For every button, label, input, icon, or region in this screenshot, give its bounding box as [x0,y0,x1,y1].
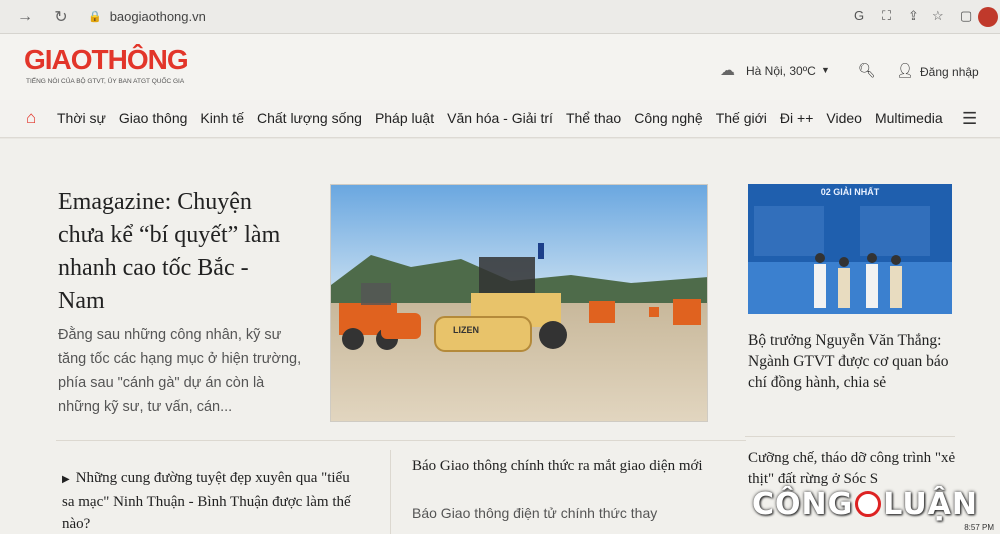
bookmark-star-icon[interactable]: ☆ [932,8,944,24]
nav-item-cong-nghe[interactable]: Công nghệ [634,110,703,126]
nav-item-di[interactable]: Đi ++ [780,110,813,126]
play-icon: ▶ [62,474,70,485]
nav-item-thoi-su[interactable]: Thời sự [57,110,106,126]
nav-item-the-thao[interactable]: Thể thao [566,110,621,126]
side-article-title[interactable]: Bộ trưởng Nguyễn Văn Thắng: Ngành GTVT đ… [748,330,968,393]
site-header: GIAOTHÔNG TIẾNG NÓI CỦA BỘ GTVT, ỦY BAN … [0,34,1000,100]
search-icon[interactable]: 🔍︎ [858,62,876,79]
column-divider [390,450,391,534]
lock-icon[interactable]: 🔒 [88,10,102,23]
watermark-left: CÔNG [752,486,854,522]
hamburger-menu-icon[interactable]: ☰ [962,109,977,129]
divider-line [745,436,955,437]
user-icon[interactable]: 👤︎ [896,62,914,79]
list-item-sapo: Báo Giao thông điện tử chính thức thay [412,505,658,521]
side-article-image[interactable]: 02 GIẢI NHẤT [748,184,952,314]
site-tagline: TIẾNG NÓI CỦA BỘ GTVT, ỦY BAN ATGT QUỐC … [26,78,185,85]
nav-item-phap-luat[interactable]: Pháp luật [375,110,434,126]
cloud-icon: ☁ [720,62,735,79]
forward-icon[interactable]: → [14,8,36,26]
home-icon[interactable]: ⌂ [26,108,36,128]
roller-brand-label: LIZEN [453,325,479,335]
share-icon[interactable]: ⇪ [908,8,919,24]
site-logo[interactable]: GIAOTHÔNG [24,44,189,76]
profile-avatar[interactable] [978,7,998,27]
emblem-icon [855,491,882,517]
list-item-title[interactable]: Báo Giao thông chính thức ra mắt giao di… [412,455,712,477]
nav-menu: Thời sự Giao thông Kinh tế Chất lượng số… [57,110,943,126]
divider-line [56,440,746,441]
nav-item-giao-thong[interactable]: Giao thông [119,110,188,126]
nav-item-van-hoa-giai-tri[interactable]: Văn hóa - Giải trí [447,110,553,126]
system-clock: 8:57 PM [964,523,994,532]
browser-toolbar: → ↻ 🔒 baogiaothong.vn G ⛶ ⇪ ☆ ▢ [0,0,1000,34]
featured-sapo: Đằng sau những công nhân, kỹ sư tăng tốc… [58,327,302,415]
address-bar[interactable]: baogiaothong.vn [110,9,206,24]
nav-item-chat-luong-song[interactable]: Chất lượng sống [257,110,362,126]
list-item-title[interactable]: Những cung đường tuyệt đẹp xuyên qua "ti… [62,470,351,532]
weather-location[interactable]: Hà Nội, 30ºC [746,64,816,78]
watermark-right: LUẬN [883,486,978,522]
cong-luan-watermark: CÔNG LUẬN [752,482,996,526]
nav-item-the-gioi[interactable]: Thế giới [716,110,767,126]
nav-item-multimedia[interactable]: Multimedia [875,110,943,126]
caret-down-icon[interactable]: ▼ [821,65,830,75]
thumb-caption: 02 GIẢI NHẤT [820,187,880,197]
main-nav: ⌂ Thời sự Giao thông Kinh tế Chất lượng … [0,100,1000,138]
nav-item-kinh-te[interactable]: Kinh tế [200,110,244,126]
featured-headline[interactable]: Emagazine: Chuyện chưa kể “bí quyết” làm… [58,186,298,318]
featured-image[interactable]: LIZEN [330,184,708,422]
google-icon[interactable]: G [854,8,864,23]
login-link[interactable]: Đăng nhập [920,65,979,79]
list-item[interactable]: ▶ Những cung đường tuyệt đẹp xuyên qua "t… [62,467,362,534]
sidepanel-icon[interactable]: ▢ [960,8,972,24]
reload-icon[interactable]: ↻ [50,7,72,27]
nav-item-video[interactable]: Video [826,110,862,126]
translate-icon[interactable]: ⛶ [882,8,891,24]
